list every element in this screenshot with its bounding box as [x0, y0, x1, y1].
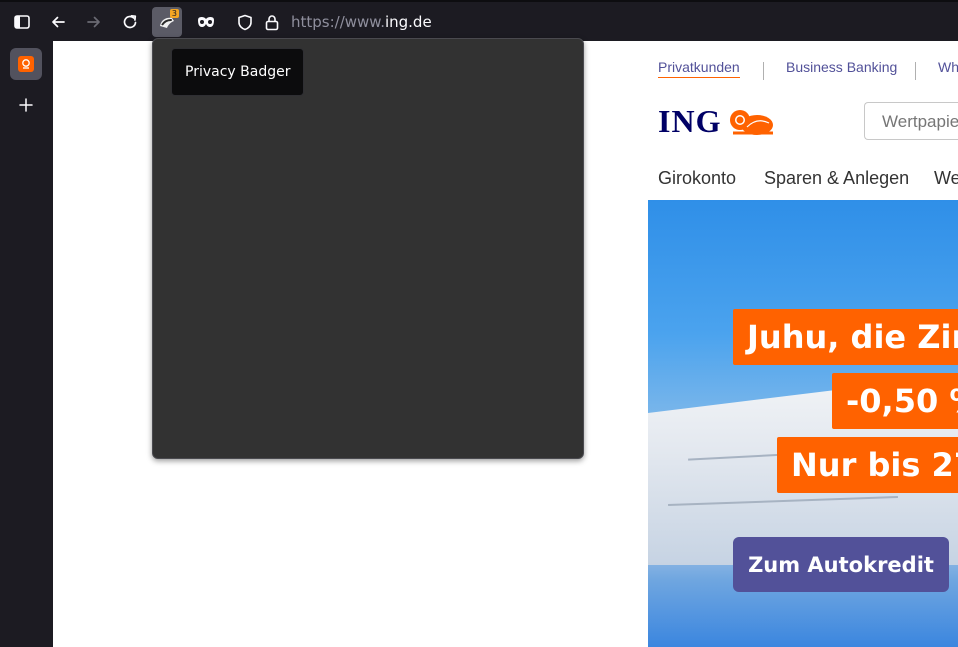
- sidebar-toggle-icon: [14, 15, 30, 29]
- nav-girokonto[interactable]: Girokonto: [658, 168, 736, 189]
- ing-lion-icon: [18, 56, 34, 72]
- vertical-tabs-sidebar: [0, 41, 53, 647]
- url-scheme: https://www.: [291, 13, 385, 31]
- hero-headline: Juhu, die Zins: [733, 309, 958, 365]
- privacy-badger-tooltip: Privacy Badger: [171, 48, 305, 96]
- sidebar-toggle-button[interactable]: [7, 7, 37, 37]
- back-button[interactable]: [43, 7, 73, 37]
- private-mode-button[interactable]: [191, 7, 221, 37]
- forward-button[interactable]: [79, 7, 109, 37]
- autokredit-button[interactable]: Zum Autokredit: [733, 537, 949, 592]
- ing-lion-icon: [730, 109, 774, 135]
- shield-icon[interactable]: [237, 14, 253, 31]
- privacy-badger-button[interactable]: 3: [152, 7, 182, 37]
- forward-arrow-icon: [87, 16, 100, 28]
- blocked-count-badge: 3: [169, 9, 179, 18]
- ing-logo[interactable]: ING: [658, 103, 775, 140]
- nav-wholesale[interactable]: Wh: [938, 59, 958, 75]
- hero-deadline: Nur bis 27.: [777, 437, 958, 493]
- plus-icon: [19, 98, 33, 112]
- url-host: ing.de: [384, 13, 432, 31]
- nav-wertpapiere[interactable]: We: [934, 168, 958, 189]
- logo-text: ING: [658, 103, 722, 139]
- search-input[interactable]: Wertpapie: [864, 102, 958, 140]
- back-arrow-icon: [52, 16, 65, 28]
- tab-ing[interactable]: [10, 48, 42, 80]
- url-text[interactable]: https://www.ing.de: [291, 13, 432, 31]
- reload-button[interactable]: [115, 7, 145, 37]
- nav-divider: [915, 62, 916, 80]
- extension-popup[interactable]: Privacy Badger: [152, 38, 584, 459]
- reload-icon: [123, 14, 137, 29]
- search-placeholder: Wertpapie: [882, 112, 958, 131]
- nav-sparen-anlegen[interactable]: Sparen & Anlegen: [764, 168, 909, 189]
- browser-toolbar: 3 https://www.ing.de: [0, 0, 958, 41]
- mask-icon: [198, 17, 214, 27]
- hero-rate: -0,50 %: [832, 373, 958, 429]
- nav-business-banking[interactable]: Business Banking: [786, 59, 897, 75]
- url-bar[interactable]: https://www.ing.de: [229, 6, 958, 39]
- new-tab-button[interactable]: [14, 93, 38, 117]
- hero-banner[interactable]: Juhu, die Zins -0,50 % Nur bis 27. Zum A…: [648, 200, 958, 647]
- nav-divider: [763, 62, 764, 80]
- nav-privatkunden[interactable]: Privatkunden: [658, 59, 740, 78]
- lock-icon[interactable]: [265, 14, 279, 31]
